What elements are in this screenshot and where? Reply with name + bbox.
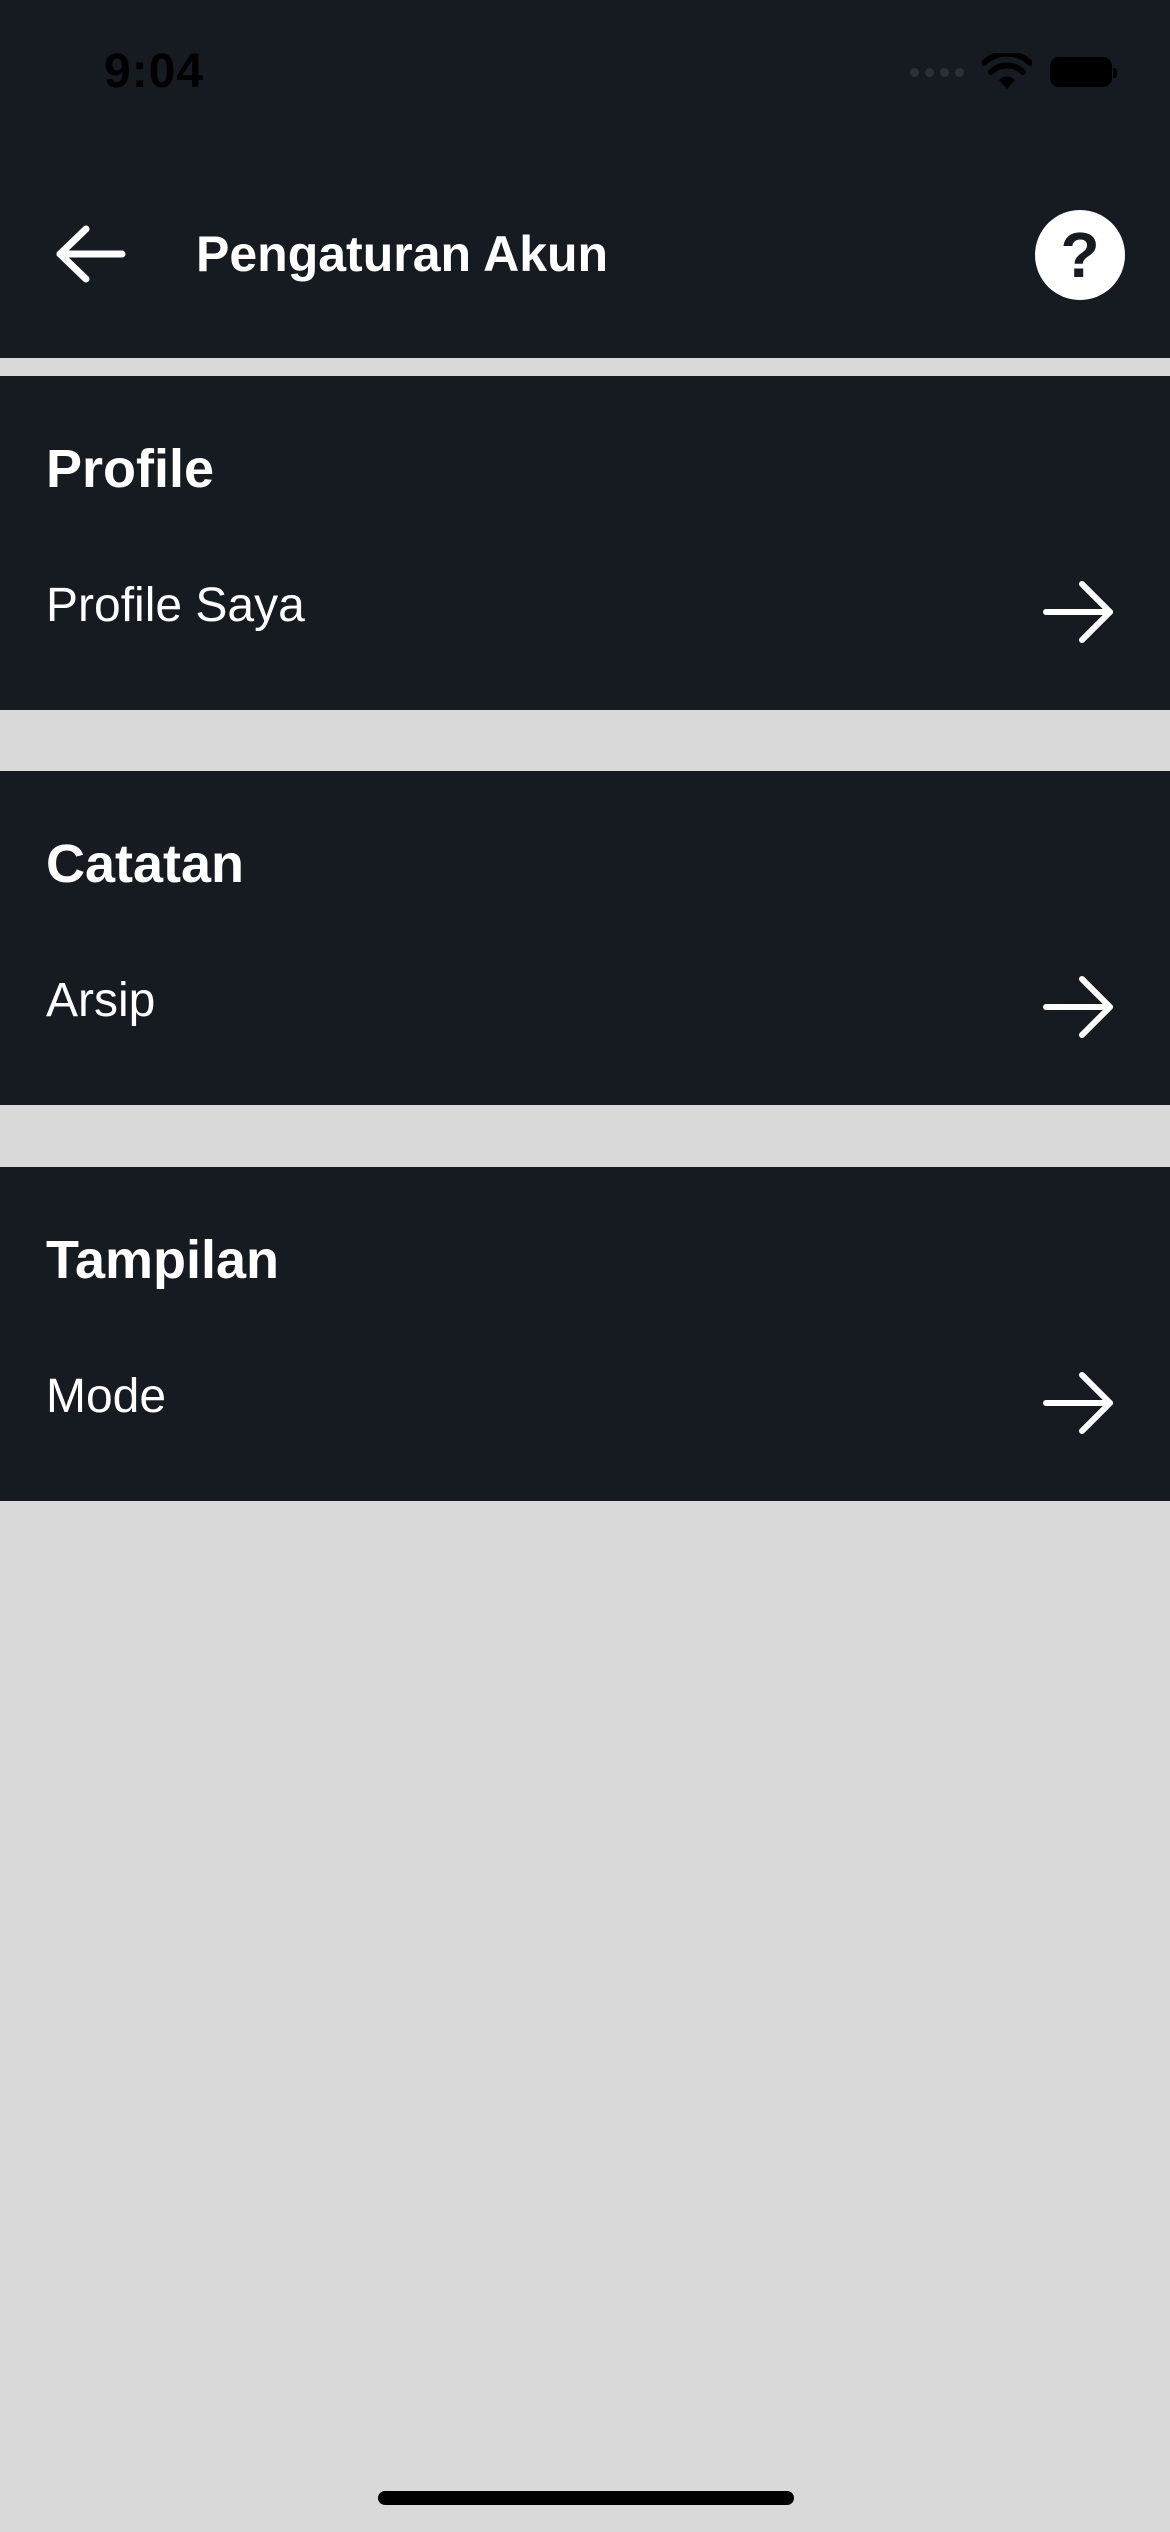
row-mode[interactable]: Mode: [0, 1339, 1170, 1469]
settings-screen: 9:04 Pengaturan Akun ? Profile Profile S…: [0, 0, 1170, 2532]
help-button[interactable]: ?: [1035, 210, 1125, 300]
status-icons: [910, 52, 1117, 92]
arrow-right-icon: [1043, 976, 1113, 1038]
arrow-right-icon: [1043, 581, 1113, 643]
row-label: Mode: [46, 1370, 167, 1423]
section-catatan: Catatan Arsip: [0, 771, 1170, 1105]
top-bar: 9:04 Pengaturan Akun ?: [0, 0, 1170, 358]
status-time: 9:04: [104, 45, 205, 98]
home-indicator[interactable]: [378, 2491, 794, 2505]
arrow-right-icon: [1043, 1372, 1113, 1434]
cellular-signal-icon: [910, 67, 964, 77]
row-label: Arsip: [46, 974, 156, 1027]
arrow-left-icon: [56, 225, 126, 283]
section-title: Catatan: [46, 834, 245, 894]
question-mark-icon: ?: [1060, 219, 1100, 291]
section-title: Profile: [46, 439, 215, 499]
section-title: Tampilan: [46, 1230, 280, 1290]
wifi-icon: [982, 53, 1032, 89]
row-arsip[interactable]: Arsip: [0, 943, 1170, 1073]
battery-icon: [1050, 57, 1117, 87]
page-title: Pengaturan Akun: [196, 226, 609, 282]
section-profile: Profile Profile Saya: [0, 376, 1170, 710]
section-tampilan: Tampilan Mode: [0, 1167, 1170, 1501]
back-button[interactable]: [50, 218, 130, 290]
row-profile-saya[interactable]: Profile Saya: [0, 548, 1170, 678]
row-label: Profile Saya: [46, 579, 305, 632]
